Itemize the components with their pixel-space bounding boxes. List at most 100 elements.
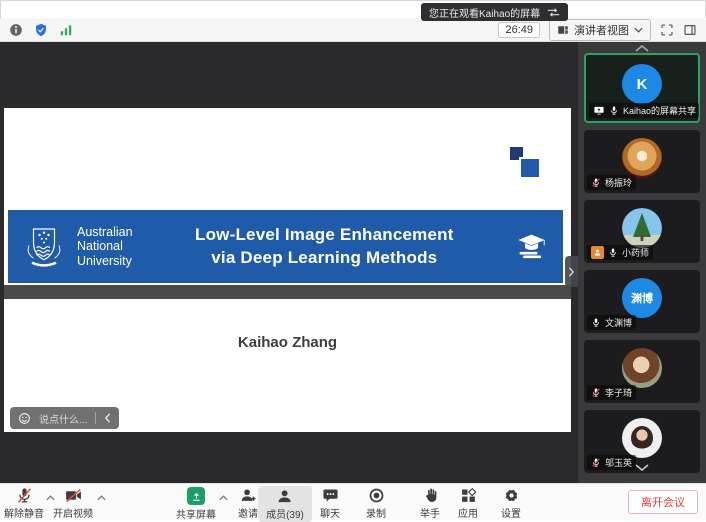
host-badge-icon <box>591 246 604 259</box>
slide-decoration-square-large <box>521 159 539 177</box>
watching-banner-text: 您正在观看Kaihao的屏幕 <box>429 5 540 20</box>
mic-muted-icon <box>591 387 601 398</box>
invite-button[interactable]: 邀请 <box>238 487 258 520</box>
settings-label: 设置 <box>501 505 521 520</box>
start-video-label: 开启视频 <box>53 505 93 520</box>
participant-tile-kaihao[interactable]: K Kaihao的屏幕共享 <box>584 53 700 123</box>
participant-name: Kaihao的屏幕共享 <box>623 104 696 117</box>
participant-label: 李子琦 文渊博 <box>587 315 636 330</box>
chat-collapse-icon[interactable] <box>104 413 111 423</box>
top-toolbar: 26:49 演讲者视图 <box>0 18 706 42</box>
slide-author: Kaihao Zhang <box>4 334 571 351</box>
participant-label: 杨振玲 <box>587 175 636 190</box>
avatar <box>622 138 662 178</box>
info-icon[interactable] <box>9 23 23 37</box>
sidebar-collapse-handle[interactable] <box>565 256 578 287</box>
graduation-cap-icon <box>516 233 547 260</box>
presentation-slide: Australian National University Low-Level… <box>4 108 571 432</box>
members-button[interactable]: 成员(39) <box>258 486 312 522</box>
raise-hand-icon <box>422 487 439 504</box>
record-button[interactable]: 录制 <box>366 487 386 520</box>
avatar <box>622 208 662 248</box>
university-name: Australian National University <box>77 225 133 268</box>
settings-button[interactable]: 设置 <box>501 487 521 520</box>
chat-button[interactable]: 聊天 <box>320 487 340 520</box>
raise-hand-label: 举手 <box>420 505 440 520</box>
chat-input-placeholder[interactable]: 说点什么... <box>39 411 87 426</box>
network-signal-icon[interactable] <box>59 23 73 37</box>
participants-sidebar: K Kaihao的屏幕共享 <box>578 42 706 483</box>
invite-person-icon <box>240 487 257 504</box>
avatar <box>622 348 662 388</box>
settings-gear-icon <box>503 487 520 504</box>
caret-down-icon <box>634 27 643 33</box>
participant-tile-liziqi[interactable]: 李子琦 <box>584 340 700 403</box>
meeting-window: 您正在观看Kaihao的屏幕 26:49 <box>0 0 706 520</box>
mic-muted-icon <box>591 177 601 188</box>
slide-title-banner: Australian National University Low-Level… <box>8 210 563 283</box>
members-label: 成员(39) <box>266 506 304 521</box>
record-icon <box>368 487 385 504</box>
chat-bubble-icon <box>322 487 339 504</box>
participant-name: 李子琦 <box>605 386 632 399</box>
mic-muted-icon <box>591 457 601 468</box>
switch-screen-icon[interactable] <box>547 8 560 17</box>
mic-muted-icon <box>16 487 33 504</box>
fullscreen-icon[interactable] <box>660 23 674 37</box>
chevron-right-icon <box>568 267 575 277</box>
university-logo: Australian National University <box>20 222 133 272</box>
mic-icon <box>591 317 601 328</box>
participant-name: 文渊博 <box>605 316 632 329</box>
chevron-down-icon[interactable] <box>635 464 649 471</box>
participant-tile-xiaoyaoshi[interactable]: 小药师 <box>584 200 700 263</box>
participant-name: 杨振玲 <box>605 176 632 189</box>
chat-bar-divider <box>95 412 96 424</box>
meeting-timer: 26:49 <box>498 22 540 38</box>
view-mode-button[interactable]: 演讲者视图 <box>549 19 651 41</box>
bottom-toolbar: 解除静音 开启视频 共享屏幕 <box>0 483 706 520</box>
unmute-button[interactable]: 解除静音 <box>4 487 44 520</box>
leave-meeting-button[interactable]: 离开会议 <box>628 490 698 514</box>
participant-label: 邬玉英 <box>587 455 636 470</box>
raise-hand-button[interactable]: 举手 <box>420 487 440 520</box>
window-mode-icon[interactable] <box>683 23 697 37</box>
meeting-status-icons <box>9 23 73 37</box>
avatar: 渊博 <box>622 278 662 318</box>
participant-name: 小药师 <box>622 246 649 259</box>
participant-name: 邬玉英 <box>605 456 632 469</box>
share-screen-icon <box>187 487 205 505</box>
shared-screen-stage: Australian National University Low-Level… <box>0 42 578 483</box>
chat-label: 聊天 <box>320 505 340 520</box>
mic-icon <box>608 247 618 258</box>
participant-tile-yangzhenling[interactable]: 杨振玲 <box>584 130 700 193</box>
mic-icon <box>609 105 619 116</box>
record-label: 录制 <box>366 505 386 520</box>
slide-divider-band <box>4 285 571 299</box>
members-icon <box>276 488 293 505</box>
avatar: K <box>622 64 662 104</box>
anu-crest-icon <box>20 222 68 272</box>
apps-label: 应用 <box>458 505 478 520</box>
speaker-view-layout-icon <box>557 24 569 36</box>
apps-button[interactable]: 应用 <box>458 487 478 520</box>
start-video-button[interactable]: 开启视频 <box>53 487 93 520</box>
avatar <box>622 418 662 458</box>
chevron-up-icon[interactable] <box>635 45 649 52</box>
participant-label: Kaihao的屏幕共享 <box>589 103 699 118</box>
share-screen-label: 共享屏幕 <box>176 506 216 521</box>
video-options-chevron[interactable] <box>97 495 106 501</box>
camera-off-icon <box>65 487 82 504</box>
share-screen-button[interactable]: 共享屏幕 <box>176 487 216 521</box>
participant-label: 李子琦 <box>587 385 636 400</box>
slide-title: Low-Level Image Enhancement via Deep Lea… <box>133 224 516 268</box>
emoji-icon[interactable] <box>18 412 31 425</box>
apps-grid-icon <box>460 487 477 504</box>
participant-tile-wenyuanbo[interactable]: 渊博 李子琦 文渊博 <box>584 270 700 333</box>
watching-banner: 您正在观看Kaihao的屏幕 <box>421 3 568 21</box>
quick-chat-bar[interactable]: 说点什么... <box>10 407 119 429</box>
share-options-chevron[interactable] <box>219 495 228 501</box>
unmute-label: 解除静音 <box>4 505 44 520</box>
invite-label: 邀请 <box>238 505 258 520</box>
encryption-shield-icon[interactable] <box>34 23 48 37</box>
participant-label: 小药师 <box>587 245 653 260</box>
